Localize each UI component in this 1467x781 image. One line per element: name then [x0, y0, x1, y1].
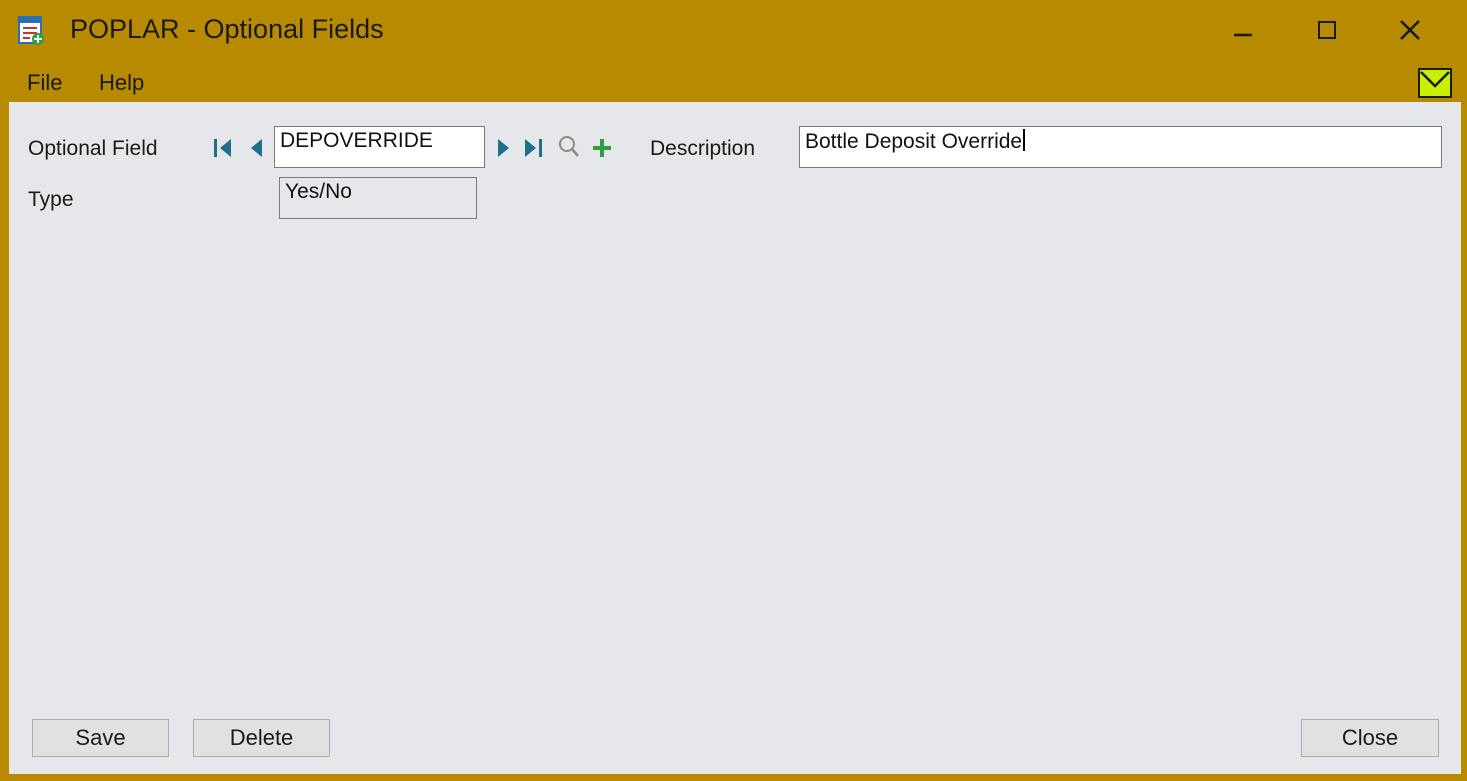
minimize-button[interactable] [1203, 0, 1283, 60]
application-window: POPLAR - Optional Fields File Help Optio… [0, 0, 1467, 781]
optional-field-label: Optional Field [28, 137, 158, 160]
new-record-icon[interactable] [591, 137, 613, 159]
maximize-icon [1318, 21, 1336, 39]
close-window-button[interactable] [1370, 0, 1450, 60]
optional-field-input[interactable]: DEPOVERRIDE [274, 126, 485, 168]
text-cursor [1023, 129, 1026, 151]
menu-bar: File Help [0, 62, 1467, 102]
window-title: POPLAR - Optional Fields [70, 14, 384, 44]
maximize-button[interactable] [1287, 0, 1367, 60]
close-button[interactable]: Close [1301, 719, 1439, 757]
delete-button[interactable]: Delete [193, 719, 330, 757]
description-label: Description [650, 137, 756, 160]
previous-record-icon[interactable] [249, 137, 265, 159]
first-record-icon[interactable] [212, 137, 236, 159]
mail-icon[interactable] [1418, 68, 1452, 98]
title-bar[interactable]: POPLAR - Optional Fields [0, 0, 1467, 62]
type-label: Type [28, 188, 74, 211]
minimize-icon [1234, 33, 1252, 37]
description-input[interactable]: Bottle Deposit Override [799, 126, 1442, 168]
menu-help[interactable]: Help [99, 70, 144, 96]
last-record-icon[interactable] [522, 137, 546, 159]
description-value: Bottle Deposit Override [805, 130, 1023, 153]
menu-file[interactable]: File [27, 70, 62, 96]
form-area: Optional Field DEPOVERRIDE Description B… [9, 102, 1461, 774]
close-icon [1400, 20, 1420, 40]
optional-fields-app-icon [18, 16, 44, 45]
save-button[interactable]: Save [32, 719, 169, 757]
finder-icon[interactable] [557, 134, 581, 160]
next-record-icon[interactable] [495, 137, 511, 159]
type-field: Yes/No [279, 177, 477, 219]
